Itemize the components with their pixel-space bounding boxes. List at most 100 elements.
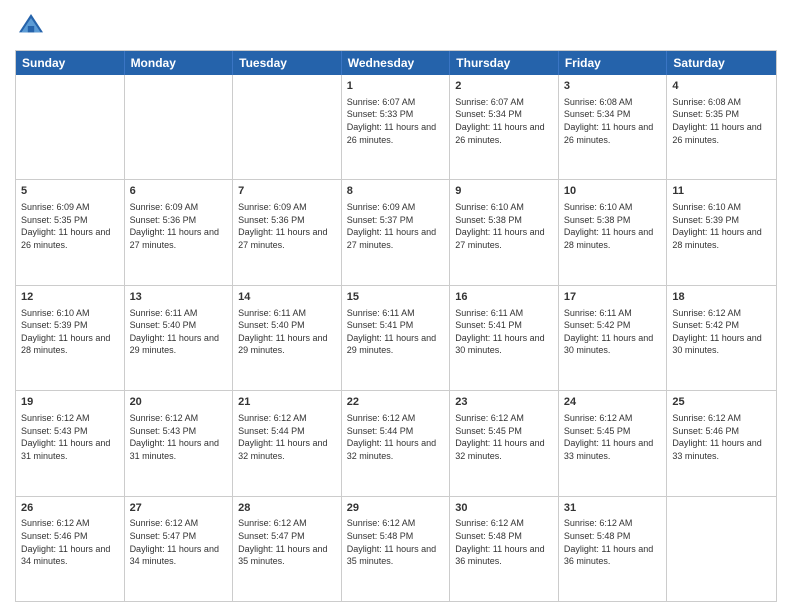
cell-info: Sunrise: 6:10 AMSunset: 5:39 PMDaylight:… [21,307,119,357]
calendar-day-3: 3 Sunrise: 6:08 AMSunset: 5:34 PMDaylight… [559,75,668,179]
calendar-day-14: 14Sunrise: 6:11 AMSunset: 5:40 PMDayligh… [233,286,342,390]
calendar-day-27: 27Sunrise: 6:12 AMSunset: 5:47 PMDayligh… [125,497,234,601]
day-number: 20 [130,395,228,410]
day-number: 18 [672,290,771,305]
calendar-day-empty [125,75,234,179]
day-number: 4 [672,79,771,94]
day-number: 27 [130,501,228,516]
calendar-row-0: 1 Sunrise: 6:07 AMSunset: 5:33 PMDaylight… [16,75,776,179]
calendar-day-21: 21 Sunrise: 6:12 AMSunset: 5:44 PMDayligh… [233,391,342,495]
day-number: 15 [347,290,445,305]
cell-info: Sunrise: 6:10 AMSunset: 5:38 PMDaylight:… [455,201,553,251]
cell-info: Sunrise: 6:09 AMSunset: 5:36 PMDaylight:… [130,201,228,251]
day-number: 28 [238,501,336,516]
calendar-day-7: 7Sunrise: 6:09 AMSunset: 5:36 PMDaylight… [233,180,342,284]
cell-info: Sunrise: 6:12 AMSunset: 5:43 PMDaylight:… [21,412,119,462]
day-number: 22 [347,395,445,410]
calendar-day-30: 30Sunrise: 6:12 AMSunset: 5:48 PMDayligh… [450,497,559,601]
cell-info: Sunrise: 6:12 AMSunset: 5:46 PMDaylight:… [672,412,771,462]
calendar-day-24: 24 Sunrise: 6:12 AMSunset: 5:45 PMDayligh… [559,391,668,495]
day-number: 29 [347,501,445,516]
day-number: 16 [455,290,553,305]
calendar-day-17: 17Sunrise: 6:11 AMSunset: 5:42 PMDayligh… [559,286,668,390]
weekday-header-monday: Monday [125,51,234,75]
calendar-day-13: 13 Sunrise: 6:11 AMSunset: 5:40 PMDayligh… [125,286,234,390]
cell-info: Sunrise: 6:11 AMSunset: 5:41 PMDaylight:… [455,307,553,357]
cell-info: Sunrise: 6:12 AMSunset: 5:47 PMDaylight:… [130,517,228,567]
header [15,10,777,42]
calendar-day-4: 4 Sunrise: 6:08 AMSunset: 5:35 PMDaylight… [667,75,776,179]
day-number: 21 [238,395,336,410]
cell-info: Sunrise: 6:12 AMSunset: 5:46 PMDaylight:… [21,517,119,567]
calendar-day-12: 12 Sunrise: 6:10 AMSunset: 5:39 PMDayligh… [16,286,125,390]
cell-info: Sunrise: 6:10 AMSunset: 5:38 PMDaylight:… [564,201,662,251]
cell-info: Sunrise: 6:09 AMSunset: 5:35 PMDaylight:… [21,201,119,251]
cell-info: Sunrise: 6:12 AMSunset: 5:44 PMDaylight:… [347,412,445,462]
calendar-body: 1 Sunrise: 6:07 AMSunset: 5:33 PMDaylight… [16,75,776,601]
cell-info: Sunrise: 6:08 AMSunset: 5:34 PMDaylight:… [564,96,662,146]
day-number: 12 [21,290,119,305]
weekday-header-tuesday: Tuesday [233,51,342,75]
day-number: 31 [564,501,662,516]
cell-info: Sunrise: 6:07 AMSunset: 5:34 PMDaylight:… [455,96,553,146]
day-number: 13 [130,290,228,305]
calendar-day-25: 25 Sunrise: 6:12 AMSunset: 5:46 PMDayligh… [667,391,776,495]
weekday-header-friday: Friday [559,51,668,75]
calendar-row-2: 12 Sunrise: 6:10 AMSunset: 5:39 PMDayligh… [16,285,776,390]
calendar-day-19: 19 Sunrise: 6:12 AMSunset: 5:43 PMDayligh… [16,391,125,495]
logo [15,10,51,42]
cell-info: Sunrise: 6:12 AMSunset: 5:48 PMDaylight:… [564,517,662,567]
calendar-day-2: 2 Sunrise: 6:07 AMSunset: 5:34 PMDaylight… [450,75,559,179]
day-number: 2 [455,79,553,94]
day-number: 8 [347,184,445,199]
calendar-day-15: 15 Sunrise: 6:11 AMSunset: 5:41 PMDayligh… [342,286,451,390]
cell-info: Sunrise: 6:12 AMSunset: 5:42 PMDaylight:… [672,307,771,357]
cell-info: Sunrise: 6:11 AMSunset: 5:41 PMDaylight:… [347,307,445,357]
day-number: 30 [455,501,553,516]
calendar-day-5: 5 Sunrise: 6:09 AMSunset: 5:35 PMDaylight… [16,180,125,284]
calendar-row-3: 19 Sunrise: 6:12 AMSunset: 5:43 PMDayligh… [16,390,776,495]
calendar-day-9: 9 Sunrise: 6:10 AMSunset: 5:38 PMDaylight… [450,180,559,284]
day-number: 25 [672,395,771,410]
day-number: 19 [21,395,119,410]
cell-info: Sunrise: 6:12 AMSunset: 5:48 PMDaylight:… [347,517,445,567]
cell-info: Sunrise: 6:09 AMSunset: 5:36 PMDaylight:… [238,201,336,251]
cell-info: Sunrise: 6:12 AMSunset: 5:45 PMDaylight:… [455,412,553,462]
calendar-day-1: 1 Sunrise: 6:07 AMSunset: 5:33 PMDaylight… [342,75,451,179]
cell-info: Sunrise: 6:12 AMSunset: 5:45 PMDaylight:… [564,412,662,462]
calendar-day-29: 29Sunrise: 6:12 AMSunset: 5:48 PMDayligh… [342,497,451,601]
cell-info: Sunrise: 6:09 AMSunset: 5:37 PMDaylight:… [347,201,445,251]
day-number: 1 [347,79,445,94]
day-number: 3 [564,79,662,94]
calendar-day-empty [233,75,342,179]
logo-icon [15,10,47,42]
cell-info: Sunrise: 6:10 AMSunset: 5:39 PMDaylight:… [672,201,771,251]
calendar-day-26: 26Sunrise: 6:12 AMSunset: 5:46 PMDayligh… [16,497,125,601]
calendar-day-8: 8 Sunrise: 6:09 AMSunset: 5:37 PMDaylight… [342,180,451,284]
calendar-day-28: 28Sunrise: 6:12 AMSunset: 5:47 PMDayligh… [233,497,342,601]
day-number: 23 [455,395,553,410]
calendar-day-6: 6Sunrise: 6:09 AMSunset: 5:36 PMDaylight… [125,180,234,284]
calendar-day-18: 18 Sunrise: 6:12 AMSunset: 5:42 PMDayligh… [667,286,776,390]
calendar-day-11: 11 Sunrise: 6:10 AMSunset: 5:39 PMDayligh… [667,180,776,284]
cell-info: Sunrise: 6:08 AMSunset: 5:35 PMDaylight:… [672,96,771,146]
calendar-day-16: 16 Sunrise: 6:11 AMSunset: 5:41 PMDayligh… [450,286,559,390]
day-number: 10 [564,184,662,199]
cell-info: Sunrise: 6:12 AMSunset: 5:47 PMDaylight:… [238,517,336,567]
calendar-day-empty [16,75,125,179]
day-number: 14 [238,290,336,305]
day-number: 26 [21,501,119,516]
day-number: 9 [455,184,553,199]
day-number: 24 [564,395,662,410]
cell-info: Sunrise: 6:07 AMSunset: 5:33 PMDaylight:… [347,96,445,146]
calendar: SundayMondayTuesdayWednesdayThursdayFrid… [15,50,777,602]
cell-info: Sunrise: 6:12 AMSunset: 5:43 PMDaylight:… [130,412,228,462]
calendar-header: SundayMondayTuesdayWednesdayThursdayFrid… [16,51,776,75]
day-number: 11 [672,184,771,199]
cell-info: Sunrise: 6:11 AMSunset: 5:40 PMDaylight:… [130,307,228,357]
calendar-day-10: 10 Sunrise: 6:10 AMSunset: 5:38 PMDayligh… [559,180,668,284]
day-number: 5 [21,184,119,199]
cell-info: Sunrise: 6:12 AMSunset: 5:44 PMDaylight:… [238,412,336,462]
page: SundayMondayTuesdayWednesdayThursdayFrid… [0,0,792,612]
weekday-header-saturday: Saturday [667,51,776,75]
